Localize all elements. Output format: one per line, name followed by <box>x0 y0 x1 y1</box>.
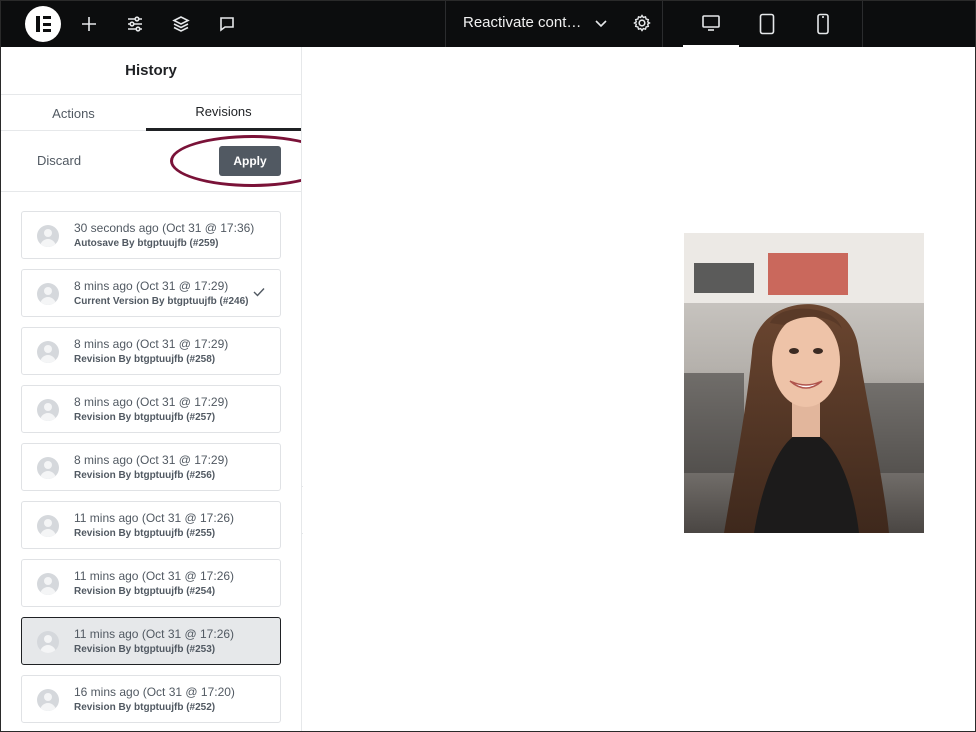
revision-meta: Revision By btgptuujfb (#256) <box>74 470 216 481</box>
chat-bubble-icon[interactable] <box>215 12 239 36</box>
revision-item[interactable]: 8 mins ago (Oct 31 @ 17:29) Revision By … <box>21 443 281 491</box>
avatar <box>37 283 59 305</box>
mobile-icon[interactable] <box>795 1 851 47</box>
revision-time: 11 mins ago (Oct 31 @ 17:26) <box>74 627 235 641</box>
revision-meta: Current Version By btgptuujfb (#246) <box>74 296 249 307</box>
chevron-down-icon[interactable] <box>594 15 608 33</box>
revision-time: 8 mins ago (Oct 31 @ 17:29) <box>74 279 229 293</box>
revision-item[interactable]: 8 mins ago (Oct 31 @ 17:29) Current Vers… <box>21 269 281 317</box>
revision-meta: Revision By btgptuujfb (#257) <box>74 412 216 423</box>
revision-item[interactable]: 16 mins ago (Oct 31 @ 17:20) Revision By… <box>21 675 281 723</box>
revision-item[interactable]: 8 mins ago (Oct 31 @ 17:29) Revision By … <box>21 327 281 375</box>
revision-time: 16 mins ago (Oct 31 @ 17:20) <box>74 685 235 699</box>
revision-item[interactable]: 11 mins ago (Oct 31 @ 17:26) Revision By… <box>21 559 281 607</box>
revision-time: 11 mins ago (Oct 31 @ 17:26) <box>74 569 235 583</box>
revision-time: 8 mins ago (Oct 31 @ 17:29) <box>74 453 229 467</box>
history-tabs: Actions Revisions <box>1 95 301 131</box>
sliders-icon[interactable] <box>123 12 147 36</box>
avatar <box>37 341 59 363</box>
avatar <box>37 225 59 247</box>
revision-meta: Autosave By btgptuujfb (#259) <box>74 238 219 249</box>
avatar <box>37 689 59 711</box>
revision-item[interactable]: 11 mins ago (Oct 31 @ 17:26) Revision By… <box>21 501 281 549</box>
elementor-logo-icon[interactable] <box>25 6 61 42</box>
revision-time: 8 mins ago (Oct 31 @ 17:29) <box>74 395 229 409</box>
document-switcher[interactable]: Reactivate contai... <box>445 1 663 47</box>
desktop-icon[interactable] <box>683 1 739 47</box>
revision-meta: Revision By btgptuujfb (#252) <box>74 702 216 713</box>
avatar <box>37 515 59 537</box>
tab-revisions[interactable]: Revisions <box>146 95 301 131</box>
revision-meta: Revision By btgptuujfb (#254) <box>74 586 216 597</box>
tab-actions[interactable]: Actions <box>1 95 146 131</box>
avatar <box>37 457 59 479</box>
avatar <box>37 631 59 653</box>
revision-item[interactable]: 30 seconds ago (Oct 31 @ 17:36) Autosave… <box>21 211 281 259</box>
avatar <box>37 573 59 595</box>
revision-meta: Revision By btgptuujfb (#258) <box>74 354 216 365</box>
top-bar: Reactivate contai... <box>1 1 975 47</box>
device-switcher <box>683 1 863 47</box>
revision-time: 30 seconds ago (Oct 31 @ 17:36) <box>74 221 255 235</box>
discard-button[interactable]: Discard <box>37 153 81 168</box>
document-title[interactable]: Reactivate contai... <box>463 14 587 31</box>
checkmark-icon <box>253 288 265 297</box>
elementor-editor: Reactivate contai... History Actions Rev… <box>0 0 976 732</box>
panel-title: History <box>1 47 301 95</box>
tablet-icon[interactable] <box>739 1 795 47</box>
history-panel: History Actions Revisions Discard Apply … <box>1 47 302 731</box>
portrait-photo[interactable] <box>684 233 924 533</box>
gear-icon[interactable] <box>632 13 652 33</box>
revision-time: 8 mins ago (Oct 31 @ 17:29) <box>74 337 229 351</box>
revision-time: 11 mins ago (Oct 31 @ 17:26) <box>74 511 235 525</box>
plus-icon[interactable] <box>77 12 101 36</box>
layers-icon[interactable] <box>169 12 193 36</box>
revision-item[interactable]: 8 mins ago (Oct 31 @ 17:29) Revision By … <box>21 385 281 433</box>
revision-meta: Revision By btgptuujfb (#255) <box>74 528 216 539</box>
avatar <box>37 399 59 421</box>
revision-item-selected[interactable]: 11 mins ago (Oct 31 @ 17:26) Revision By… <box>21 617 281 665</box>
revision-meta: Revision By btgptuujfb (#253) <box>74 644 216 655</box>
